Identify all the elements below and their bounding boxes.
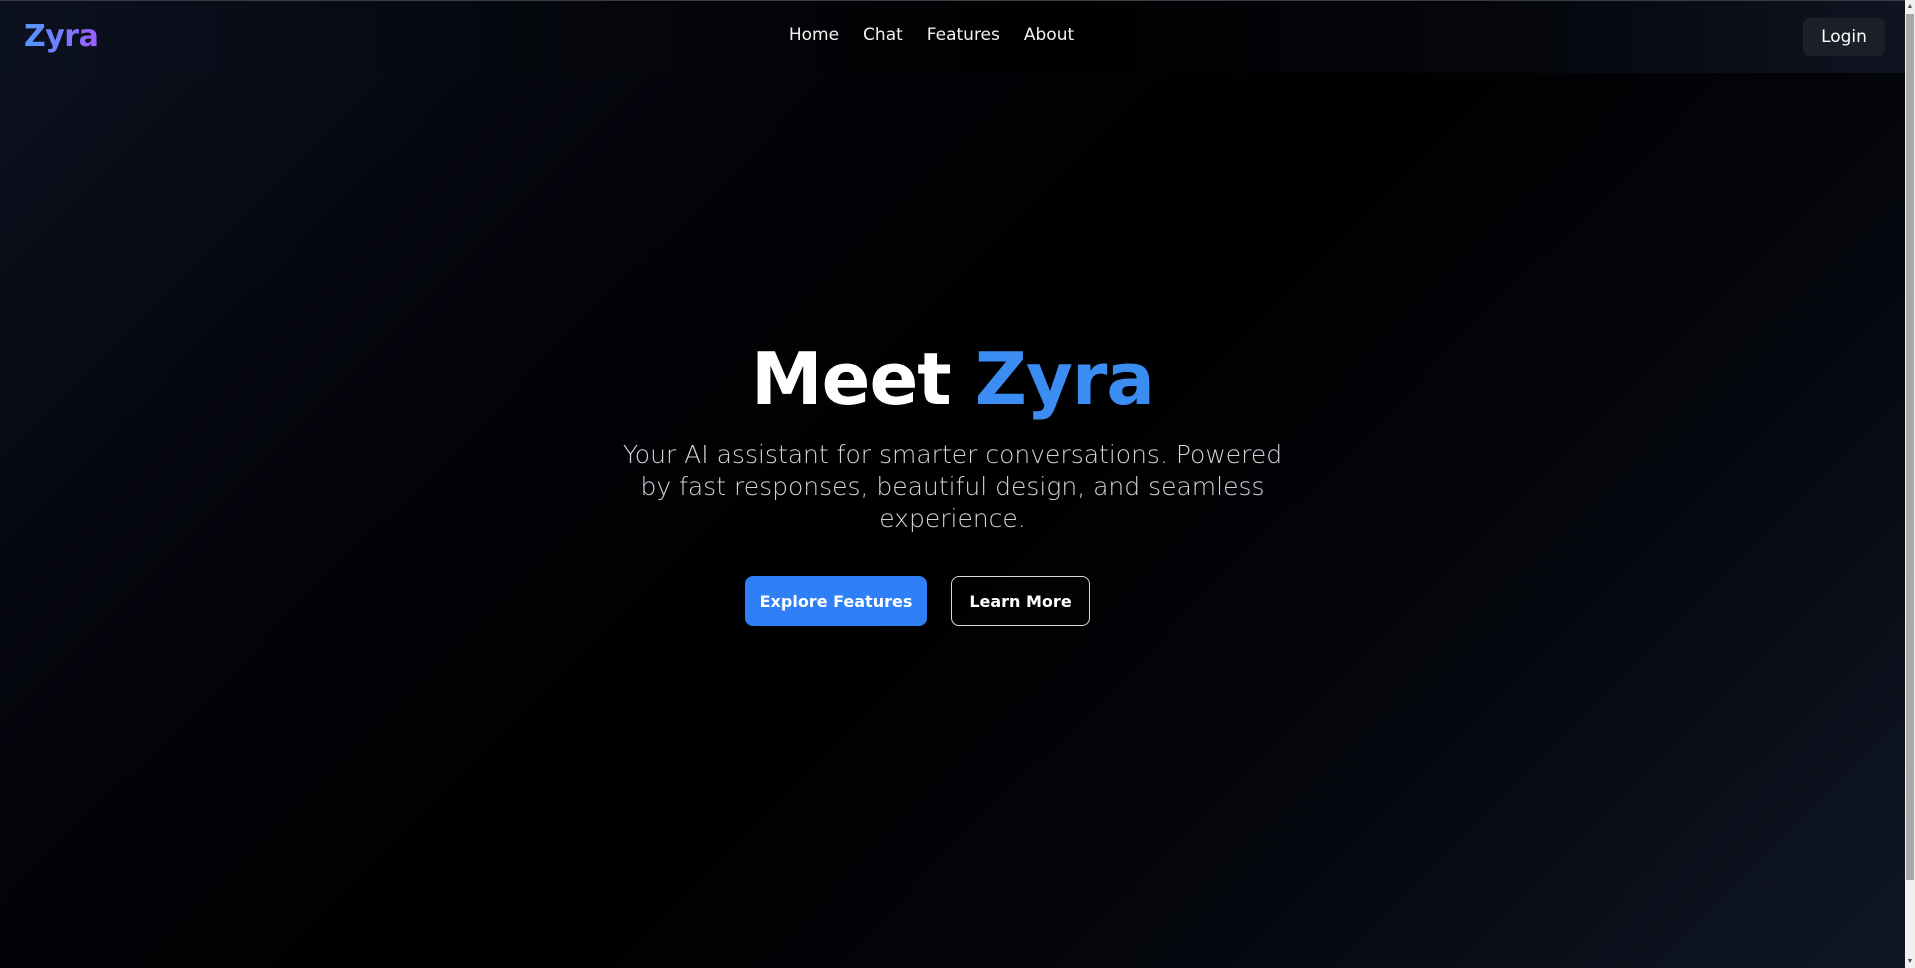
hero-title: Meet Zyra	[0, 337, 1905, 421]
learn-more-button[interactable]: Learn More	[951, 576, 1090, 626]
hero-cta-group: Explore Features Learn More	[0, 576, 1905, 626]
main-nav: Home Chat Features About	[0, 25, 1905, 45]
nav-about[interactable]: About	[1024, 25, 1074, 45]
explore-features-button[interactable]: Explore Features	[745, 576, 927, 626]
hero-subtitle-wrap: Your AI assistant for smarter conversati…	[0, 439, 1905, 535]
login-button[interactable]: Login	[1803, 18, 1885, 56]
scroll-up-arrow-icon[interactable]: ▲	[1905, 1, 1915, 13]
hero-section: Meet Zyra Your AI assistant for smarter …	[0, 0, 1905, 968]
scrollbar-thumb[interactable]	[1906, 14, 1914, 880]
site-header: Zyra Home Chat Features About Login	[0, 1, 1905, 73]
hero-title-accent: Zyra	[974, 337, 1155, 421]
nav-features[interactable]: Features	[927, 25, 1000, 45]
hero-subtitle: Your AI assistant for smarter conversati…	[622, 440, 1283, 533]
vertical-scrollbar[interactable]: ▲ ▼	[1905, 0, 1915, 968]
hero-title-prefix: Meet	[750, 337, 952, 421]
nav-chat[interactable]: Chat	[863, 25, 903, 45]
scroll-down-arrow-icon[interactable]: ▼	[1905, 956, 1915, 968]
page: Zyra Home Chat Features About Login Meet…	[0, 0, 1915, 968]
nav-home[interactable]: Home	[789, 25, 839, 45]
